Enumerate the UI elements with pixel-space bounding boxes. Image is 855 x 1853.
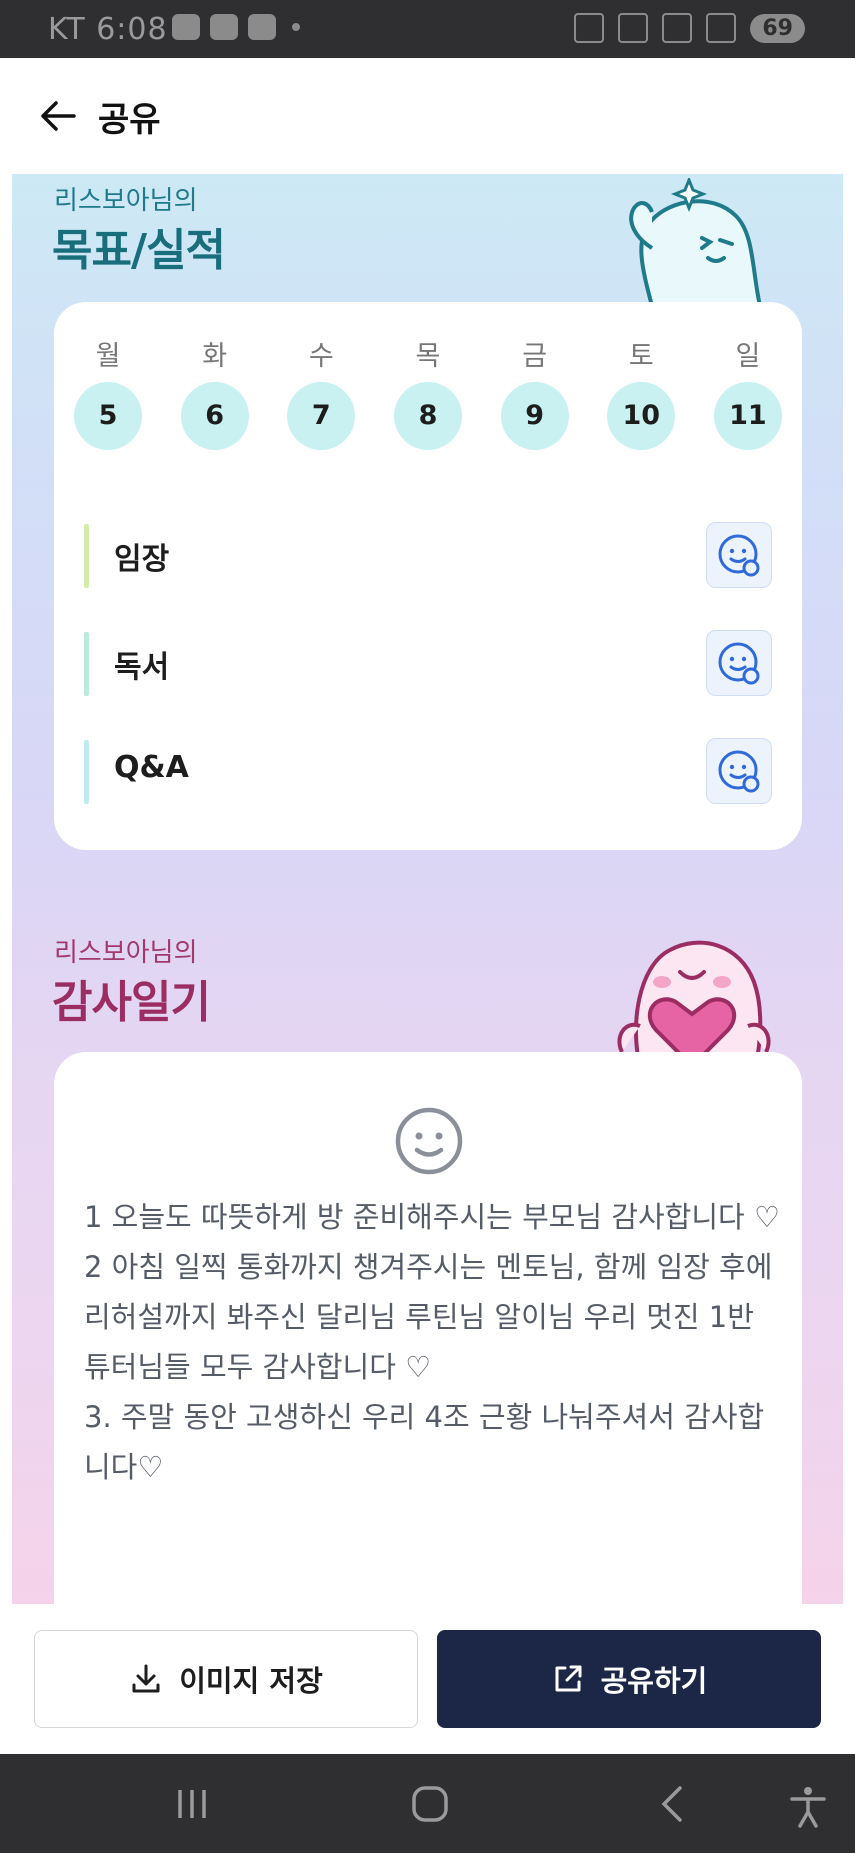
- status-bar: KT 6:08 69: [0, 0, 855, 58]
- status-time: KT 6:08: [48, 12, 168, 47]
- day-sat: 토 10: [607, 334, 676, 450]
- system-icons: 69: [574, 13, 805, 43]
- mute-icon: [574, 13, 605, 43]
- day-thu: 목 8: [393, 334, 462, 450]
- home-icon[interactable]: [410, 1784, 450, 1824]
- share-button[interactable]: 공유하기: [437, 1630, 821, 1728]
- goal-label: 독서: [114, 650, 170, 685]
- goal-label: 임장: [114, 542, 170, 577]
- slack-icon: [248, 14, 276, 40]
- back-arrow-icon[interactable]: [36, 94, 80, 138]
- page-title: 공유: [98, 100, 161, 140]
- day-name: 목: [415, 341, 441, 372]
- news-icon: [210, 14, 238, 40]
- goal-section-title: 목표/실적: [52, 225, 226, 276]
- goal-row: Q&A: [84, 738, 772, 806]
- diary-panel: 1 오늘도 따뜻하게 방 준비해주시는 부모님 감사합니다 ♡ 2 아침 일찍 …: [54, 1052, 802, 1604]
- save-image-button[interactable]: 이미지 저장: [34, 1630, 418, 1728]
- goal-row: 독서: [84, 630, 772, 698]
- notification-icons: [172, 14, 300, 40]
- day-sun: 일 11: [713, 334, 782, 450]
- back-nav-icon[interactable]: [652, 1784, 692, 1824]
- day-name: 토: [628, 341, 654, 372]
- goal-panel: 월 5 화 6 수 7 목 8 금 9 토 10 일 11 임장 독서 Q&A: [54, 302, 802, 850]
- system-nav-bar: [0, 1754, 855, 1853]
- day-name: 화: [202, 341, 228, 372]
- smile-face-icon: [718, 534, 760, 577]
- goal-label: Q&A: [114, 750, 189, 785]
- goal-status-button[interactable]: [706, 522, 772, 588]
- day-number[interactable]: 9: [500, 382, 569, 450]
- goal-section-subtitle: 리스보아님의: [54, 186, 198, 216]
- goal-row: 임장: [84, 522, 772, 590]
- day-tue: 화 6: [180, 334, 249, 450]
- day-number[interactable]: 6: [180, 382, 249, 450]
- talk-icon: [172, 14, 200, 40]
- day-number[interactable]: 11: [713, 382, 782, 450]
- day-wed: 수 7: [287, 334, 356, 450]
- day-name: 월: [95, 341, 121, 372]
- diary-text: 1 오늘도 따뜻하게 방 준비해주시는 부모님 감사합니다 ♡ 2 아침 일찍 …: [84, 1200, 780, 1484]
- accessibility-icon[interactable]: [786, 1784, 830, 1828]
- day-number[interactable]: 7: [287, 382, 356, 450]
- external-link-icon: [555, 1665, 582, 1692]
- goal-accent-bar: [84, 524, 89, 588]
- share-label: 공유하기: [600, 1664, 708, 1698]
- share-card: 리스보아님의 목표/실적 월 5 화 6 수 7 목 8 금 9 토 10 일 …: [12, 174, 843, 1604]
- app-bar: 공유: [0, 58, 855, 174]
- diary-section-subtitle: 리스보아님의: [54, 938, 198, 968]
- day-name: 수: [308, 341, 334, 372]
- day-mon: 월 5: [74, 334, 142, 450]
- goal-accent-bar: [84, 632, 89, 696]
- signal-icon: [706, 13, 737, 43]
- smile-face-icon: [718, 642, 760, 685]
- battery-icon: 69: [750, 13, 805, 43]
- bottom-actions: 이미지 저장 공유하기: [0, 1604, 855, 1754]
- day-fri: 금 9: [500, 334, 569, 450]
- day-number[interactable]: 8: [393, 382, 462, 450]
- recent-apps-icon[interactable]: [172, 1784, 212, 1824]
- download-icon: [132, 1664, 160, 1693]
- more-dot-icon: [292, 23, 300, 31]
- smile-face-icon: [395, 1107, 463, 1175]
- goal-accent-bar: [84, 740, 89, 804]
- week-days: 월 5 화 6 수 7 목 8 금 9 토 10 일 11: [74, 334, 782, 450]
- day-number[interactable]: 5: [74, 382, 142, 450]
- diary-section-title: 감사일기: [52, 977, 211, 1028]
- heart-mascot-icon: [617, 940, 771, 1066]
- mascot-character-icon: [629, 178, 763, 306]
- day-number[interactable]: 10: [607, 382, 676, 450]
- day-name: 금: [522, 341, 548, 372]
- day-name: 일: [735, 341, 761, 372]
- goal-status-button[interactable]: [706, 738, 772, 804]
- hd-icon: [618, 13, 649, 43]
- 5g-icon: [662, 13, 693, 43]
- save-image-label: 이미지 저장: [179, 1664, 323, 1698]
- smile-face-icon: [718, 750, 760, 793]
- goal-status-button[interactable]: [706, 630, 772, 696]
